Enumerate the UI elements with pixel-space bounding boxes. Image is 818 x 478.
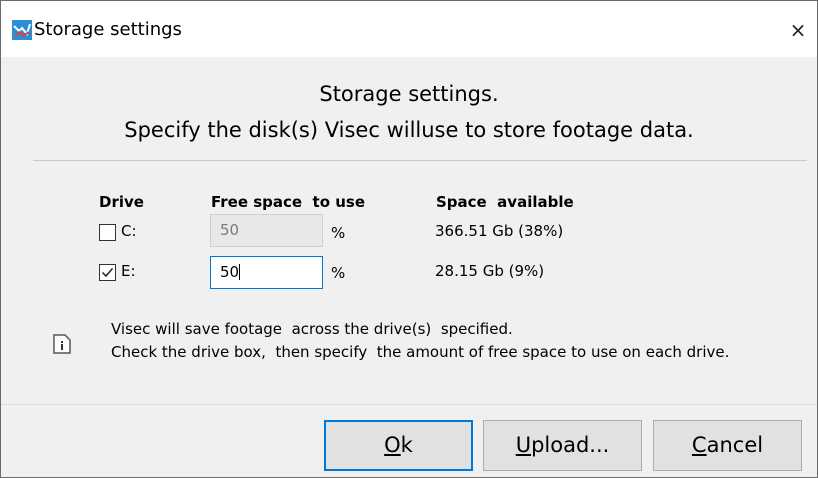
visec-app-icon [12,20,32,40]
window-title: Storage settings [34,19,182,40]
upload-button-label: pload... [531,433,610,457]
drive-c-percent-unit: % [331,224,346,242]
drive-c-label: C: [121,222,137,240]
drive-c-space-available: 366.51 Gb (38%) [435,222,564,240]
drive-c-checkbox[interactable] [99,224,116,241]
drive-e-free-space-value: 50 [220,263,240,281]
upload-button-mnemonic: U [515,433,532,457]
column-header-free-space: Free space to use [211,193,366,211]
drive-e-percent-unit: % [331,264,346,282]
dialog-content: Storage settings. Specify the disk(s) Vi… [1,58,817,403]
dialog-subheading: Specify the disk(s) Visec willuse to sto… [124,118,694,142]
drive-e-label: E: [121,262,136,280]
divider [33,160,807,161]
cancel-button-mnemonic: C [691,433,707,457]
drive-e-free-space-input[interactable]: 50 [210,256,323,289]
checkmark-icon [101,268,114,278]
column-header-space-available: Space available [436,193,574,211]
drive-e-space-available: 28.15 Gb (9%) [435,262,545,280]
text-caret [239,264,241,280]
dialog-footer: Ok Upload... Cancel [1,405,817,477]
info-icon [53,334,71,354]
drive-c-free-space-input[interactable]: 50 [210,214,323,247]
ok-button-label: k [400,433,413,457]
close-icon[interactable]: × [779,11,817,49]
cancel-button[interactable]: Cancel [653,420,802,471]
drive-e-checkbox[interactable] [99,264,116,281]
info-text-line1: Visec will save footage across the drive… [111,320,513,338]
ok-button[interactable]: Ok [324,420,473,471]
storage-settings-dialog: Storage settings × Storage settings. Spe… [0,0,818,478]
title-bar: Storage settings × [1,1,817,57]
cancel-button-label: ancel [706,433,764,457]
column-header-drive: Drive [99,193,144,211]
upload-button[interactable]: Upload... [483,420,642,471]
dialog-heading: Storage settings. [319,82,499,106]
ok-button-mnemonic: O [384,433,401,457]
info-text-line2: Check the drive box, then specify the am… [111,343,730,361]
